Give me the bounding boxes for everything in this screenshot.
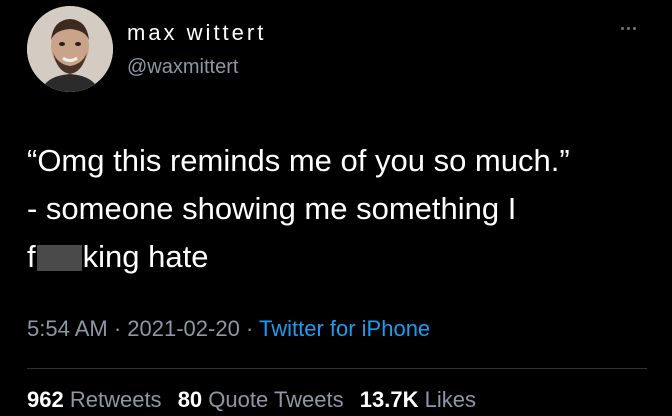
- quote-tweets-stat[interactable]: 80 Quote Tweets: [178, 387, 344, 412]
- quote-tweets-label: Quote Tweets: [208, 387, 344, 412]
- censor-bar: [36, 245, 82, 271]
- tweet-metadata: 5:54 AM · 2021-02-20 · Twitter for iPhon…: [27, 316, 430, 342]
- tweet-card: max wittert @waxmittert “Omg this remind…: [0, 0, 672, 416]
- engagement-stats: 962 Retweets 80 Quote Tweets 13.7K Likes: [27, 387, 486, 413]
- user-handle[interactable]: @waxmittert: [127, 56, 238, 79]
- tweet-text-line: “Omg this reminds me of you so much.”: [27, 143, 570, 178]
- profile-photo-icon: [27, 6, 113, 92]
- retweets-stat[interactable]: 962 Retweets: [27, 387, 162, 412]
- display-name[interactable]: max wittert: [127, 20, 266, 46]
- ellipsis-icon: [632, 26, 636, 30]
- tweet-text-fragment: king hate: [82, 239, 209, 274]
- separator-dot: ·: [239, 316, 259, 341]
- likes-stat[interactable]: 13.7K Likes: [360, 387, 476, 412]
- likes-count: 13.7K: [359, 387, 419, 412]
- divider: [27, 368, 647, 369]
- separator-dot: ·: [107, 316, 128, 341]
- ellipsis-icon: [620, 26, 624, 30]
- tweet-text-line: f king hate: [27, 233, 647, 281]
- retweets-label: Retweets: [69, 387, 162, 412]
- tweet-text-line: - someone showing me something I: [27, 191, 517, 226]
- quote-tweets-count: 80: [177, 387, 203, 412]
- more-options-button[interactable]: [614, 18, 642, 38]
- tweet-time[interactable]: 5:54 AM: [27, 316, 108, 341]
- tweet-date[interactable]: 2021-02-20: [127, 316, 240, 341]
- tweet-text-fragment: f: [27, 239, 36, 274]
- avatar[interactable]: [27, 6, 113, 92]
- likes-label: Likes: [424, 387, 476, 412]
- tweet-source-link[interactable]: Twitter for iPhone: [259, 316, 430, 341]
- ellipsis-icon: [626, 26, 630, 30]
- retweets-count: 962: [27, 387, 64, 412]
- tweet-text: “Omg this reminds me of you so much.” - …: [27, 137, 647, 281]
